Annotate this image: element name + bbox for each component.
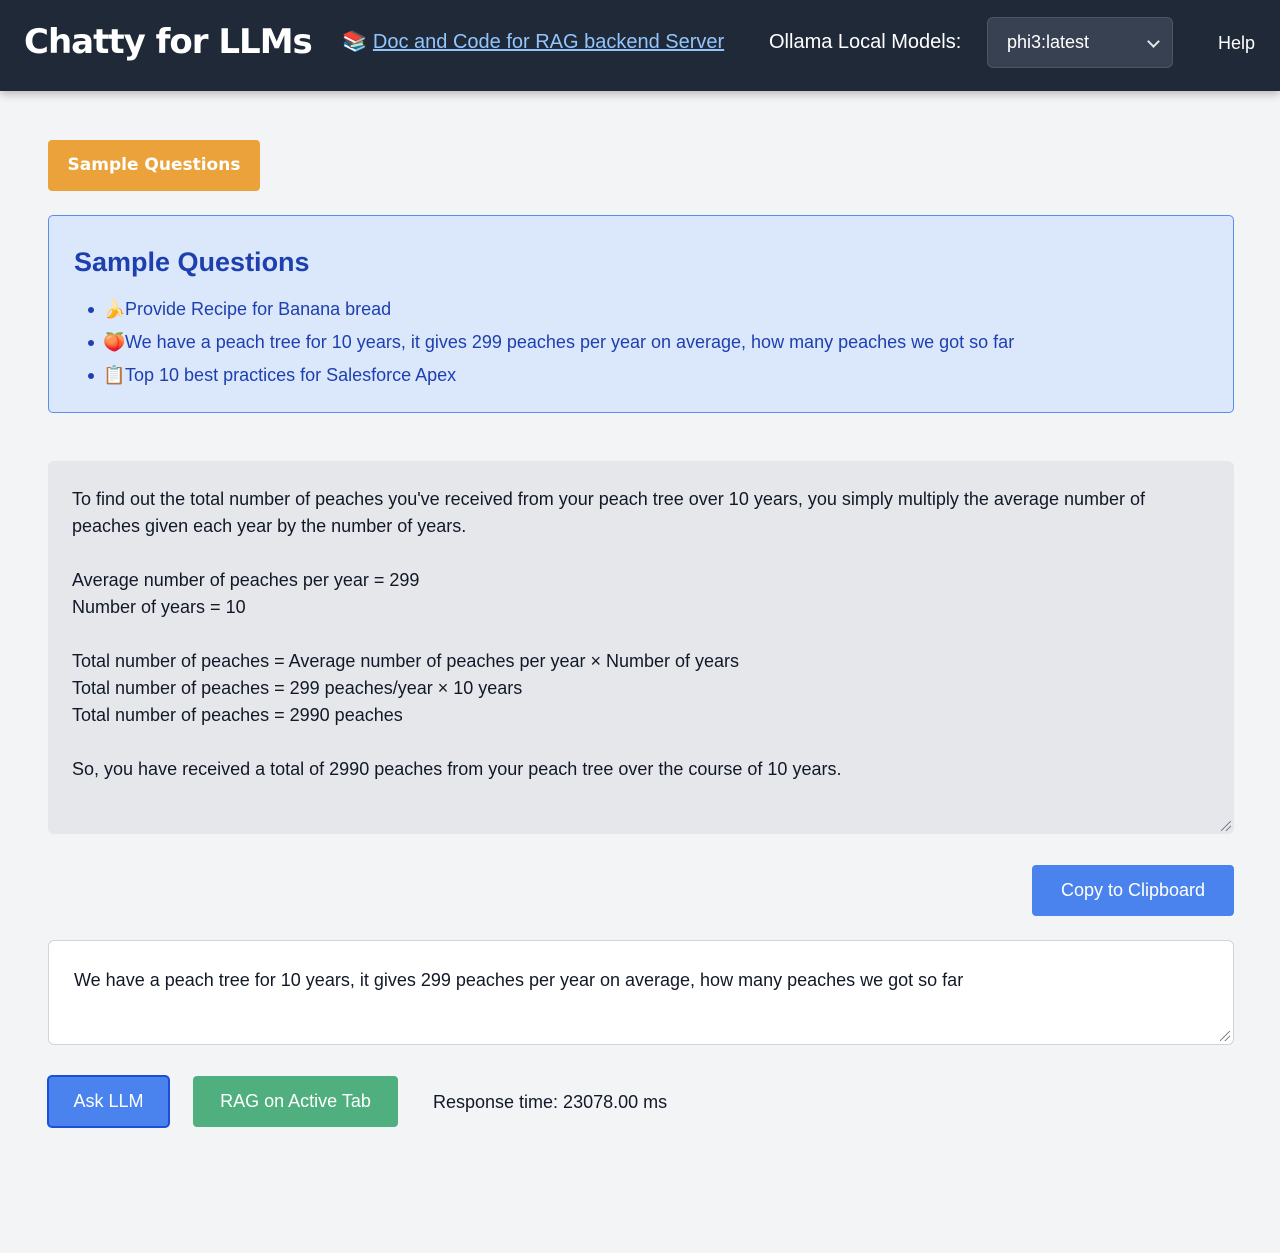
sample-questions-list: 🍌Provide Recipe for Banana bread 🍑We hav… [87, 295, 1015, 394]
sample-question-text: Top 10 best practices for Salesforce Ape… [125, 365, 457, 385]
help-link[interactable]: Help [1218, 31, 1255, 55]
models-label: Ollama Local Models: [769, 31, 962, 53]
copy-to-clipboard-button[interactable]: Copy to Clipboard [1032, 865, 1234, 916]
clipboard-icon: 📋 [103, 365, 126, 385]
chevron-down-icon [1147, 35, 1160, 48]
resize-handle-icon[interactable] [1221, 821, 1231, 831]
app-title: Chatty for LLMs [24, 22, 313, 62]
doc-link[interactable]: 📚 Doc and Code for RAG backend Server [342, 29, 724, 55]
doc-link-label: Doc and Code for RAG backend Server [372, 31, 725, 53]
response-output[interactable]: To find out the total number of peaches … [48, 461, 1234, 834]
sample-questions-title: Sample Questions [74, 247, 310, 277]
prompt-text: We have a peach tree for 10 years, it gi… [74, 970, 964, 990]
banana-icon: 🍌 [103, 299, 126, 319]
response-time: Response time: 23078.00 ms [433, 1092, 668, 1112]
peach-icon: 🍑 [103, 332, 126, 352]
sample-questions-panel: Sample Questions 🍌Provide Recipe for Ban… [48, 215, 1234, 413]
ask-llm-button[interactable]: Ask LLM [47, 1075, 170, 1128]
response-text: To find out the total number of peaches … [72, 489, 1146, 779]
prompt-input[interactable]: We have a peach tree for 10 years, it gi… [48, 940, 1234, 1045]
sample-question-apex[interactable]: 📋Top 10 best practices for Salesforce Ap… [87, 361, 1014, 394]
model-select[interactable]: phi3:latest [987, 17, 1173, 68]
sample-question-banana[interactable]: 🍌Provide Recipe for Banana bread [87, 295, 1014, 328]
sample-question-text: Provide Recipe for Banana bread [125, 299, 392, 319]
model-select-value: phi3:latest [1007, 32, 1090, 52]
sample-question-peach[interactable]: 🍑We have a peach tree for 10 years, it g… [87, 328, 1015, 361]
resize-handle-icon[interactable] [1220, 1031, 1230, 1041]
rag-active-tab-button[interactable]: RAG on Active Tab [193, 1076, 398, 1127]
sample-question-text: We have a peach tree for 10 years, it gi… [125, 332, 1015, 352]
books-icon: 📚 [342, 31, 367, 53]
sample-questions-button[interactable]: Sample Questions [48, 140, 260, 191]
app-header: Chatty for LLMs 📚 Doc and Code for RAG ba… [0, 0, 1280, 91]
